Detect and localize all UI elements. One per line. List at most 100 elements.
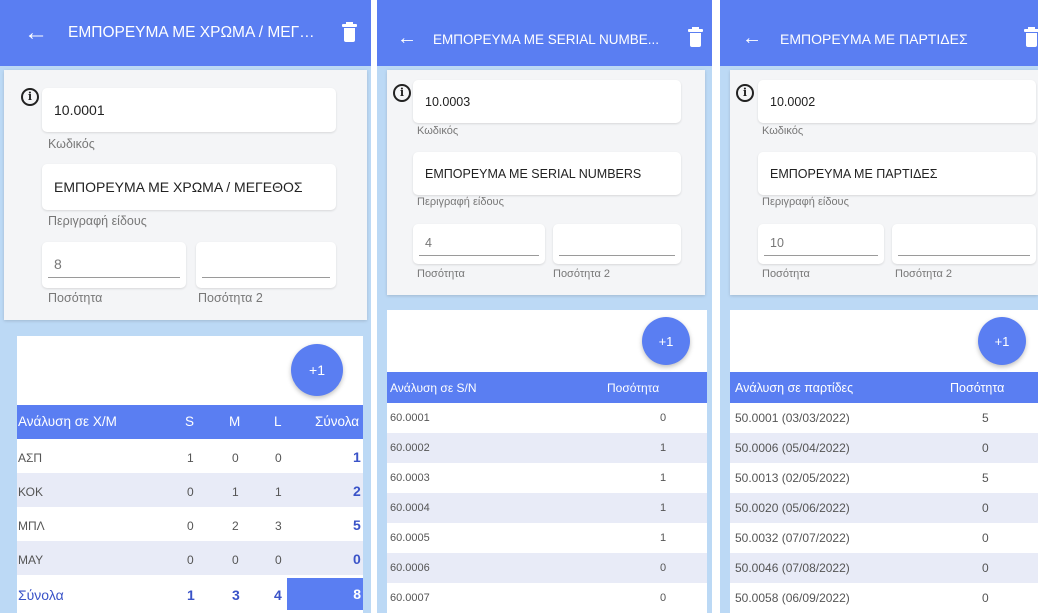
totals-row: Σύνολα 1 3 4 8 <box>17 575 363 613</box>
quantity2-label: Ποσότητα 2 <box>553 268 610 280</box>
info-icon[interactable]: i <box>736 84 754 102</box>
cell-m: 1 <box>232 485 239 499</box>
cell-total: 1 <box>353 449 361 465</box>
list-item[interactable]: 60.0002 1 <box>387 433 707 463</box>
quantity-field[interactable]: 8 <box>42 242 186 288</box>
delete-icon[interactable] <box>688 27 703 47</box>
code-label: Κωδικός <box>762 125 804 137</box>
batch-label: 50.0058 (06/09/2022) <box>735 591 850 605</box>
cell-s: 0 <box>187 553 194 567</box>
list-item[interactable]: 60.0001 0 <box>387 403 707 433</box>
col-header-m: M <box>229 414 241 429</box>
quantity2-field[interactable] <box>892 224 1036 264</box>
list-item[interactable]: 60.0007 0 <box>387 583 707 613</box>
quantity-value: 5 <box>982 471 989 485</box>
list-item[interactable]: 50.0020 (05/06/2022) 0 <box>730 493 1038 523</box>
quantity-value: 0 <box>660 562 667 574</box>
list-item[interactable]: 60.0003 1 <box>387 463 707 493</box>
list-item[interactable]: 60.0006 0 <box>387 553 707 583</box>
info-icon[interactable]: i <box>393 84 411 102</box>
list-item[interactable]: 50.0058 (06/09/2022) 0 <box>730 583 1038 613</box>
list-item[interactable]: 50.0046 (07/08/2022) 0 <box>730 553 1038 583</box>
page-title: ΕΜΠΟΡΕΥΜΑ ΜΕ SERIAL NUMBE... <box>433 32 660 47</box>
cell-l: 1 <box>275 485 282 499</box>
quantity-label: Ποσότητα <box>417 268 465 280</box>
quantity-label: Ποσότητα <box>48 291 103 305</box>
code-field[interactable]: 10.0002 <box>758 80 1036 123</box>
col-header-serial: Ανάλυση σε S/N <box>390 381 477 395</box>
table-row[interactable]: ΜΠΛ 0 2 3 5 <box>17 507 363 541</box>
cell-total: 5 <box>353 517 361 533</box>
quantity-value: 1 <box>660 532 667 544</box>
quantity-label: Ποσότητα <box>762 268 810 280</box>
table-row[interactable]: ΜΑΥ 0 0 0 0 <box>17 541 363 575</box>
totals-label: Σύνολα <box>18 587 64 603</box>
cell-s: 1 <box>187 451 194 465</box>
total-s: 1 <box>187 587 195 603</box>
cell-l: 0 <box>275 451 282 465</box>
quantity-value: 0 <box>982 591 989 605</box>
back-arrow-icon[interactable]: ← <box>397 26 417 50</box>
description-field[interactable]: ΕΜΠΟΡΕΥΜΑ ΜΕ ΧΡΩΜΑ / ΜΕΓΕΘΟΣ <box>42 164 336 210</box>
row-label: ΚΟΚ <box>18 485 43 499</box>
cell-m: 2 <box>232 519 239 533</box>
col-header-quantity: Ποσότητα <box>607 381 660 395</box>
app-bar: ← ΕΜΠΟΡΕΥΜΑ ΜΕ ΠΑΡΤΙΔΕΣ <box>720 0 1038 66</box>
add-one-button[interactable]: +1 <box>291 344 343 396</box>
code-label: Κωδικός <box>48 137 95 151</box>
info-icon[interactable]: i <box>21 88 39 106</box>
back-arrow-icon[interactable]: ← <box>24 21 48 45</box>
list-item[interactable]: 60.0004 1 <box>387 493 707 523</box>
page-title: ΕΜΠΟΡΕΥΜΑ ΜΕ ΧΡΩΜΑ / ΜΕΓΕ... <box>68 24 318 41</box>
serial-number: 60.0005 <box>390 532 430 544</box>
description-field[interactable]: ΕΜΠΟΡΕΥΜΑ ΜΕ SERIAL NUMBERS <box>413 152 681 195</box>
cell-s: 0 <box>187 485 194 499</box>
quantity2-label: Ποσότητα 2 <box>895 268 952 280</box>
back-arrow-icon[interactable]: ← <box>742 26 762 50</box>
cell-total: 0 <box>353 551 361 567</box>
batch-label: 50.0020 (05/06/2022) <box>735 501 850 515</box>
quantity2-field[interactable] <box>553 224 681 264</box>
row-label: ΜΠΛ <box>18 519 45 533</box>
add-one-button[interactable]: +1 <box>978 317 1026 365</box>
table-row[interactable]: ΑΣΠ 1 0 0 1 <box>17 439 363 473</box>
list-item[interactable]: 50.0001 (03/03/2022) 5 <box>730 403 1038 433</box>
description-label: Περιγραφή είδους <box>762 196 849 208</box>
color-size-grid: +1 Ανάλυση σε Χ/Μ S M L Σύνολα ΑΣΠ 1 0 0… <box>17 336 363 613</box>
cell-s: 0 <box>187 519 194 533</box>
quantity-value: 1 <box>660 442 667 454</box>
quantity-value: 0 <box>982 441 989 455</box>
col-header-analysis: Ανάλυση σε Χ/Μ <box>18 414 117 429</box>
list-item[interactable]: 50.0013 (02/05/2022) 5 <box>730 463 1038 493</box>
list-item[interactable]: 50.0006 (05/04/2022) 0 <box>730 433 1038 463</box>
quantity-value: 1 <box>660 502 667 514</box>
cell-total: 2 <box>353 483 361 499</box>
code-field[interactable]: 10.0003 <box>413 80 681 123</box>
col-header-s: S <box>185 414 195 429</box>
add-one-button[interactable]: +1 <box>642 317 690 365</box>
delete-icon[interactable] <box>1024 27 1038 47</box>
batch-label: 50.0046 (07/08/2022) <box>735 561 850 575</box>
code-field[interactable]: 10.0001 <box>42 88 336 132</box>
delete-icon[interactable] <box>342 22 357 42</box>
serial-number: 60.0001 <box>390 412 430 424</box>
serial-number: 60.0007 <box>390 592 430 604</box>
list-item[interactable]: 60.0005 1 <box>387 523 707 553</box>
total-m: 3 <box>232 587 240 603</box>
batch-label: 50.0032 (07/07/2022) <box>735 531 850 545</box>
quantity2-field[interactable] <box>196 242 336 288</box>
cell-m: 0 <box>232 451 239 465</box>
quantity-field[interactable]: 10 <box>758 224 884 264</box>
batches-list: +1 Ανάλυση σε παρτίδες Ποσότητα 50.0001 … <box>730 310 1038 613</box>
serial-number: 60.0006 <box>390 562 430 574</box>
row-label: ΜΑΥ <box>18 553 44 567</box>
item-details-card: i 10.0002 Κωδικός ΕΜΠΟΡΕΥΜΑ ΜΕ ΠΑΡΤΙΔΕΣ … <box>730 70 1038 295</box>
description-label: Περιγραφή είδους <box>48 214 147 228</box>
serial-number: 60.0004 <box>390 502 430 514</box>
batch-label: 50.0013 (02/05/2022) <box>735 471 850 485</box>
description-field[interactable]: ΕΜΠΟΡΕΥΜΑ ΜΕ ΠΑΡΤΙΔΕΣ <box>758 152 1036 195</box>
quantity-field[interactable]: 4 <box>413 224 545 264</box>
list-item[interactable]: 50.0032 (07/07/2022) 0 <box>730 523 1038 553</box>
total-l: 4 <box>274 587 282 603</box>
table-row[interactable]: ΚΟΚ 0 1 1 2 <box>17 473 363 507</box>
